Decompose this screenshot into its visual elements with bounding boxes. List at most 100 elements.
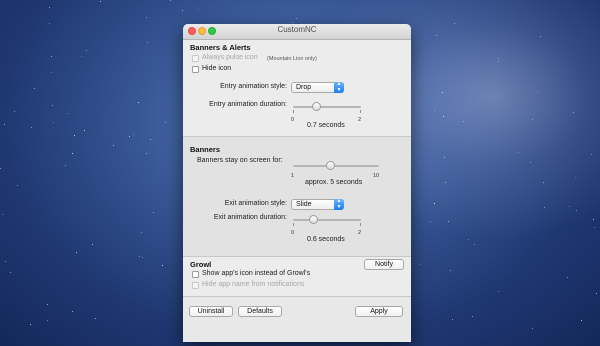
entry-duration-slider-knob[interactable] — [312, 102, 322, 111]
entry-duration-value: 0.7 seconds — [307, 122, 345, 129]
window-title: CustomNC — [277, 25, 317, 34]
star — [474, 244, 475, 245]
star — [52, 105, 53, 106]
always-pulse-checkbox[interactable] — [192, 55, 199, 62]
banners-alerts-heading: Banners & Alerts — [190, 43, 251, 52]
stay-slider-track[interactable] — [293, 165, 379, 167]
entry-style-value: Drop — [296, 84, 312, 91]
star — [420, 264, 421, 265]
star — [498, 61, 499, 62]
footer-bar: Uninstall Defaults Apply — [183, 296, 411, 342]
star — [17, 185, 18, 186]
defaults-button[interactable]: Defaults — [238, 306, 282, 317]
star — [0, 168, 1, 169]
star — [182, 10, 183, 11]
star — [142, 257, 143, 258]
star — [100, 1, 101, 2]
show-icon-checkbox[interactable] — [192, 271, 199, 278]
star — [84, 130, 85, 131]
star — [2, 214, 3, 215]
exit-max-tick — [360, 223, 361, 226]
star — [468, 239, 469, 240]
star — [51, 56, 52, 57]
star — [444, 157, 445, 158]
stay-max-label: 10 — [373, 173, 380, 179]
stay-min-label: 1 — [291, 173, 295, 179]
star — [138, 102, 139, 103]
banners-heading: Banners — [190, 145, 221, 154]
star — [593, 219, 594, 220]
star — [49, 23, 50, 24]
star — [165, 122, 166, 123]
entry-style-popup[interactable]: Drop ▲ ▼ — [291, 81, 344, 93]
star — [448, 221, 449, 222]
star — [113, 145, 114, 146]
star — [49, 7, 50, 8]
star — [573, 112, 574, 113]
star — [581, 320, 582, 321]
hide-app-name-label: Hide app name from notifications — [202, 281, 305, 288]
star — [544, 207, 545, 208]
star — [569, 206, 570, 207]
hide-icon-label: Hide icon — [202, 65, 232, 72]
star — [86, 50, 87, 51]
title-bar[interactable]: CustomNC — [183, 24, 411, 40]
star — [10, 272, 11, 273]
hide-app-name-checkbox[interactable] — [192, 282, 199, 289]
apply-button[interactable]: Apply — [355, 306, 403, 317]
star — [296, 18, 297, 19]
star — [76, 252, 77, 253]
hide-icon-checkbox[interactable] — [192, 66, 199, 73]
star — [146, 153, 147, 154]
exit-max-label: 2 — [358, 230, 362, 236]
star — [30, 324, 31, 325]
star — [153, 212, 154, 213]
star — [14, 111, 15, 112]
star — [434, 203, 435, 204]
star — [198, 9, 199, 10]
star — [543, 182, 544, 183]
star — [72, 311, 73, 312]
notify-button[interactable]: Notify — [364, 259, 404, 270]
star — [576, 210, 577, 211]
star — [532, 328, 533, 329]
star — [92, 244, 93, 245]
star — [594, 227, 595, 228]
star — [540, 36, 541, 37]
star — [162, 265, 163, 266]
banners-section: Banners Banners stay on screen for: 1 10… — [183, 136, 411, 256]
uninstall-button[interactable]: Uninstall — [189, 306, 233, 317]
star — [450, 270, 451, 271]
exit-duration-slider-knob[interactable] — [308, 215, 318, 224]
exit-style-popup[interactable]: Slide ▲ ▼ — [291, 198, 344, 210]
growl-section: Growl Notify Show app's icon instead of … — [183, 256, 411, 296]
star — [51, 72, 52, 73]
star — [141, 232, 142, 233]
star — [518, 152, 519, 153]
entry-duration-slider-track[interactable] — [293, 106, 361, 108]
star — [53, 122, 54, 123]
exit-style-value: Slide — [296, 201, 312, 208]
star — [146, 17, 147, 18]
star — [47, 320, 48, 321]
star — [31, 127, 32, 128]
star — [430, 221, 431, 222]
star — [81, 56, 82, 57]
star — [532, 119, 533, 120]
star — [129, 136, 130, 137]
star — [34, 88, 35, 89]
star — [498, 291, 499, 292]
exit-min-tick — [293, 223, 294, 226]
entry-min-tick — [293, 110, 294, 113]
mountain-lion-note: (Mountain Lion only) — [267, 56, 317, 62]
star — [472, 316, 473, 317]
exit-duration-slider-track[interactable] — [293, 219, 361, 221]
star — [591, 154, 592, 155]
stay-slider-knob[interactable] — [326, 161, 336, 170]
exit-style-label: Exit animation style: — [224, 200, 287, 207]
stay-label: Banners stay on screen for: — [197, 157, 283, 164]
star — [150, 139, 151, 140]
star — [452, 319, 453, 320]
star — [537, 91, 538, 92]
entry-max-tick — [360, 110, 361, 113]
